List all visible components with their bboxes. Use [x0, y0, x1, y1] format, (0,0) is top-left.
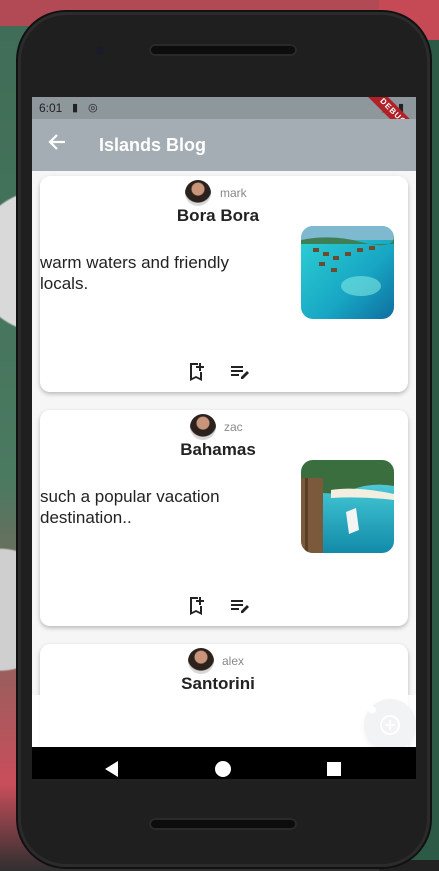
nav-bookmarks[interactable]: ▮ [258, 699, 318, 719]
sim-card-icon: ▮ [72, 102, 79, 114]
avatar [188, 648, 214, 674]
post-image [301, 460, 394, 553]
phone-screen: 6:01 ▮ ◎ ◢ ▮ DEBUG Islands Blog mark Bor… [32, 97, 416, 779]
system-navigation-bar [32, 747, 416, 779]
post-body: such a popular vacation destination.. [40, 487, 220, 527]
post-author: zac [40, 414, 408, 440]
status-time: 6:01 [39, 101, 63, 115]
person-icon: ● [366, 699, 378, 719]
bookmarks-icon: ▮ [283, 699, 293, 719]
post-body: warm waters and friendly locals. [40, 253, 229, 293]
post-author: alex [40, 648, 408, 674]
system-back-icon[interactable] [105, 761, 118, 777]
bookmark-add-icon[interactable] [184, 594, 208, 618]
phone-frame: 6:01 ▮ ◎ ◢ ▮ DEBUG Islands Blog mark Bor… [18, 12, 430, 867]
avatar [185, 180, 211, 206]
avatar [190, 414, 216, 440]
edit-note-icon[interactable] [228, 594, 252, 618]
front-camera [96, 46, 105, 55]
app-bar: Islands Blog [32, 119, 416, 171]
author-name: zac [224, 420, 243, 434]
post-card[interactable]: mark Bora Bora warm waters and friendly … [40, 176, 408, 392]
post-title: Bora Bora [176, 206, 260, 225]
post-title: Santorini [181, 674, 255, 693]
nav-profile[interactable]: ● [342, 699, 402, 719]
post-author: mark [40, 180, 408, 206]
status-bar: 6:01 ▮ ◎ ◢ ▮ DEBUG [32, 97, 416, 149]
back-arrow-icon[interactable] [48, 133, 66, 155]
system-home-icon[interactable] [215, 761, 231, 777]
sync-icon: ◎ [88, 102, 98, 114]
page-title: Islands Blog [99, 135, 207, 155]
search-icon: ⚲ [192, 699, 206, 719]
author-name: mark [220, 186, 247, 200]
author-name: alex [222, 654, 245, 668]
edit-note-icon[interactable] [228, 360, 252, 384]
earpiece-speaker [149, 44, 297, 56]
bookmark-add-icon[interactable] [184, 360, 208, 384]
post-card[interactable]: zac Bahamas such a popular vacation dest… [40, 410, 408, 626]
home-icon: ⌂ [88, 699, 100, 719]
post-title: Bahamas [180, 440, 256, 459]
post-image [301, 226, 394, 319]
system-recents-icon[interactable] [327, 762, 341, 776]
nav-home-label: Home [77, 719, 110, 733]
nav-search[interactable]: ⚲ [169, 699, 229, 719]
nav-home[interactable]: ⌂ Home [64, 699, 124, 733]
post-list[interactable]: mark Bora Bora warm waters and friendly … [32, 171, 416, 779]
bottom-speaker [149, 818, 297, 830]
bottom-navigation: ⌂ Home ⚲ ▮ ● [32, 695, 416, 747]
